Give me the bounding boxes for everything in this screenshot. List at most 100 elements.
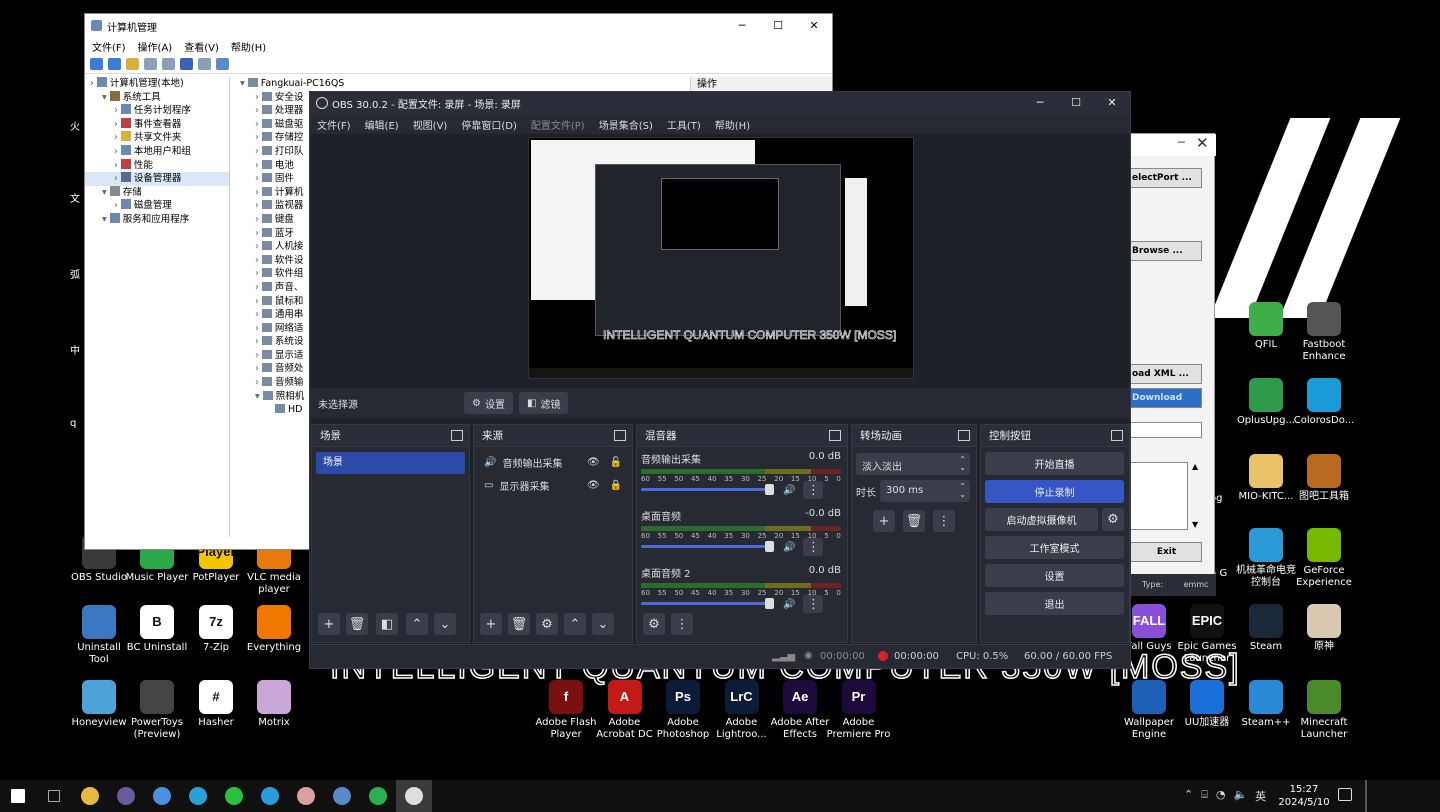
studio-mode-button[interactable]: 工作室模式 bbox=[985, 536, 1124, 559]
obs-menu-item[interactable]: 视图(V) bbox=[413, 117, 448, 132]
move-up-button[interactable]: ⌃ bbox=[564, 613, 586, 635]
volume-icon[interactable]: 🔊 bbox=[783, 485, 795, 496]
add-scene-button[interactable]: + bbox=[318, 613, 340, 635]
minimize-button[interactable]: ─ bbox=[724, 14, 760, 38]
desktop-icon[interactable]: B BC Uninstall bbox=[125, 605, 189, 654]
obs-menu-item[interactable]: 配置文件(P) bbox=[531, 117, 585, 132]
load-xml-button[interactable]: oad XML ... bbox=[1130, 364, 1202, 384]
desktop-icon[interactable]: MIO-KITC... bbox=[1234, 454, 1298, 503]
console-tree-icon[interactable] bbox=[144, 57, 157, 70]
select-port-button[interactable]: electPort ... bbox=[1130, 168, 1202, 188]
expand-icon[interactable]: › bbox=[255, 119, 262, 130]
notification-icon[interactable] bbox=[1338, 788, 1352, 801]
menu-view[interactable]: 查看(V) bbox=[184, 39, 219, 54]
maximize-button[interactable]: ☐ bbox=[1058, 92, 1094, 114]
desktop-icon[interactable]: GeForce Experience bbox=[1292, 528, 1356, 589]
desktop-icon[interactable]: EPIC Epic Games Launcher bbox=[1175, 604, 1239, 665]
expand-icon[interactable]: › bbox=[255, 173, 262, 184]
source-properties-button[interactable]: ⚙ bbox=[536, 613, 558, 635]
expand-icon[interactable]: › bbox=[255, 296, 262, 307]
tree-node[interactable]: › 本地用户和组 bbox=[85, 144, 229, 159]
channel-menu-button[interactable]: ⋮ bbox=[803, 595, 824, 613]
expand-icon[interactable]: › bbox=[255, 228, 262, 239]
taskbar-app[interactable] bbox=[36, 780, 72, 812]
channel-menu-button[interactable]: ⋮ bbox=[803, 481, 824, 499]
network-icon[interactable]: ⌸ bbox=[1201, 788, 1208, 804]
expand-icon[interactable]: › bbox=[255, 132, 262, 143]
maximize-button[interactable]: ☐ bbox=[760, 14, 796, 38]
desktop-icon[interactable]: 图吧工具箱 bbox=[1292, 454, 1356, 503]
expand-icon[interactable]: ▾ bbox=[255, 391, 263, 402]
close-button[interactable]: ✕ bbox=[1196, 134, 1209, 152]
expand-icon[interactable]: ▾ bbox=[102, 214, 110, 225]
taskbar-app[interactable] bbox=[324, 780, 360, 812]
start-stream-button[interactable]: 开始直播 bbox=[985, 452, 1124, 475]
expand-icon[interactable]: › bbox=[255, 92, 262, 103]
lock-icon[interactable]: 🔒 bbox=[610, 480, 622, 491]
back-icon[interactable] bbox=[90, 57, 103, 70]
log-area[interactable] bbox=[1130, 462, 1188, 530]
wifi-icon[interactable]: ◔ bbox=[1216, 788, 1226, 804]
unlock-icon[interactable]: 🔓 bbox=[610, 457, 622, 468]
taskbar-app[interactable] bbox=[180, 780, 216, 812]
cm-titlebar[interactable]: 计算机管理 ─ ☐ ✕ bbox=[85, 14, 832, 38]
mixer-settings-button[interactable]: ⚙ bbox=[643, 613, 665, 635]
source-item[interactable]: ▭ 显示器采集 👁 🔒 bbox=[474, 474, 632, 497]
duration-field[interactable]: 300 ms ⌃ ⌄ bbox=[880, 480, 970, 502]
desktop-icon[interactable]: 机械革命电竞控制台 bbox=[1234, 528, 1298, 589]
expand-icon[interactable]: ▾ bbox=[102, 187, 110, 198]
move-down-button[interactable]: ⌄ bbox=[592, 613, 614, 635]
tree-node[interactable]: › 计算机管理(本地) bbox=[85, 77, 229, 91]
settings-button[interactable]: 设置 bbox=[985, 564, 1124, 587]
help-icon[interactable] bbox=[180, 57, 193, 70]
obs-menu-item[interactable]: 文件(F) bbox=[317, 117, 351, 132]
desktop-icon[interactable]: Steam++ bbox=[1234, 680, 1298, 729]
monitor-icon[interactable] bbox=[216, 57, 229, 70]
expand-icon[interactable]: › bbox=[114, 105, 121, 116]
tree-node[interactable]: ▾ 系统工具 bbox=[85, 90, 229, 105]
desktop-icon[interactable]: Ps Adobe Photoshop bbox=[651, 680, 715, 741]
volume-icon[interactable]: 🔈 bbox=[1233, 788, 1247, 804]
ime-indicator[interactable]: 英 bbox=[1255, 788, 1266, 804]
scroll-up-icon[interactable]: ▲ bbox=[1192, 462, 1198, 471]
move-up-button[interactable]: ⌃ bbox=[406, 613, 428, 635]
properties-icon[interactable] bbox=[198, 57, 211, 70]
obs-menu-item[interactable]: 帮助(H) bbox=[715, 117, 750, 132]
expand-icon[interactable]: ▾ bbox=[102, 92, 110, 103]
source-item[interactable]: 🔊 音频输出采集 👁 🔓 bbox=[474, 451, 632, 474]
desktop-icon[interactable]: Fastboot Enhance bbox=[1292, 302, 1356, 363]
properties-button[interactable]: ⚙ 设置 bbox=[464, 392, 513, 414]
remove-transition-button[interactable]: 🗑 bbox=[903, 510, 925, 532]
desktop-icon[interactable]: 7z 7-Zip bbox=[184, 605, 248, 654]
filters-button[interactable]: ◧ 滤镜 bbox=[518, 392, 569, 414]
expand-icon[interactable]: › bbox=[255, 336, 262, 347]
scroll-down-icon[interactable]: ▼ bbox=[1192, 520, 1198, 529]
desktop-icon[interactable]: OplusUpg... bbox=[1234, 378, 1298, 427]
computer-node[interactable]: ▾ Fangkuai-PC16QS bbox=[235, 77, 465, 91]
exit-button[interactable]: 退出 bbox=[985, 592, 1124, 615]
tree-node[interactable]: › 任务计划程序 bbox=[85, 104, 229, 118]
expand-icon[interactable]: › bbox=[255, 214, 262, 225]
virtual-camera-settings-button[interactable]: ⚙ bbox=[1102, 508, 1124, 531]
expand-icon[interactable]: › bbox=[255, 363, 262, 374]
volume-slider[interactable] bbox=[641, 598, 775, 609]
obs-menu-item[interactable]: 工具(T) bbox=[667, 117, 701, 132]
expand-icon[interactable]: › bbox=[255, 282, 262, 293]
desktop-icon[interactable]: Minecraft Launcher bbox=[1292, 680, 1356, 741]
move-down-button[interactable]: ⌄ bbox=[434, 613, 456, 635]
desktop-icon[interactable]: ColorosDo... bbox=[1292, 378, 1356, 427]
chevron-up-icon[interactable]: ⌃ bbox=[1184, 788, 1193, 804]
menu-file[interactable]: 文件(F) bbox=[92, 39, 126, 54]
expand-icon[interactable]: ▾ bbox=[240, 78, 248, 89]
desktop-icon[interactable]: Honeyview bbox=[67, 680, 131, 729]
remove-scene-button[interactable]: 🗑 bbox=[346, 613, 368, 635]
export-icon[interactable] bbox=[162, 57, 175, 70]
undock-icon[interactable] bbox=[829, 430, 841, 441]
expand-icon[interactable]: › bbox=[255, 146, 262, 157]
undock-icon[interactable] bbox=[451, 430, 463, 441]
taskbar-app[interactable] bbox=[108, 780, 144, 812]
desktop-icon[interactable]: Ae Adobe After Effects bbox=[768, 680, 832, 741]
tree-node[interactable]: › 共享文件夹 bbox=[85, 131, 229, 145]
desktop-icon[interactable]: PowerToys (Preview) bbox=[125, 680, 189, 741]
tree-node[interactable]: ▾ 服务和应用程序 bbox=[85, 212, 229, 227]
